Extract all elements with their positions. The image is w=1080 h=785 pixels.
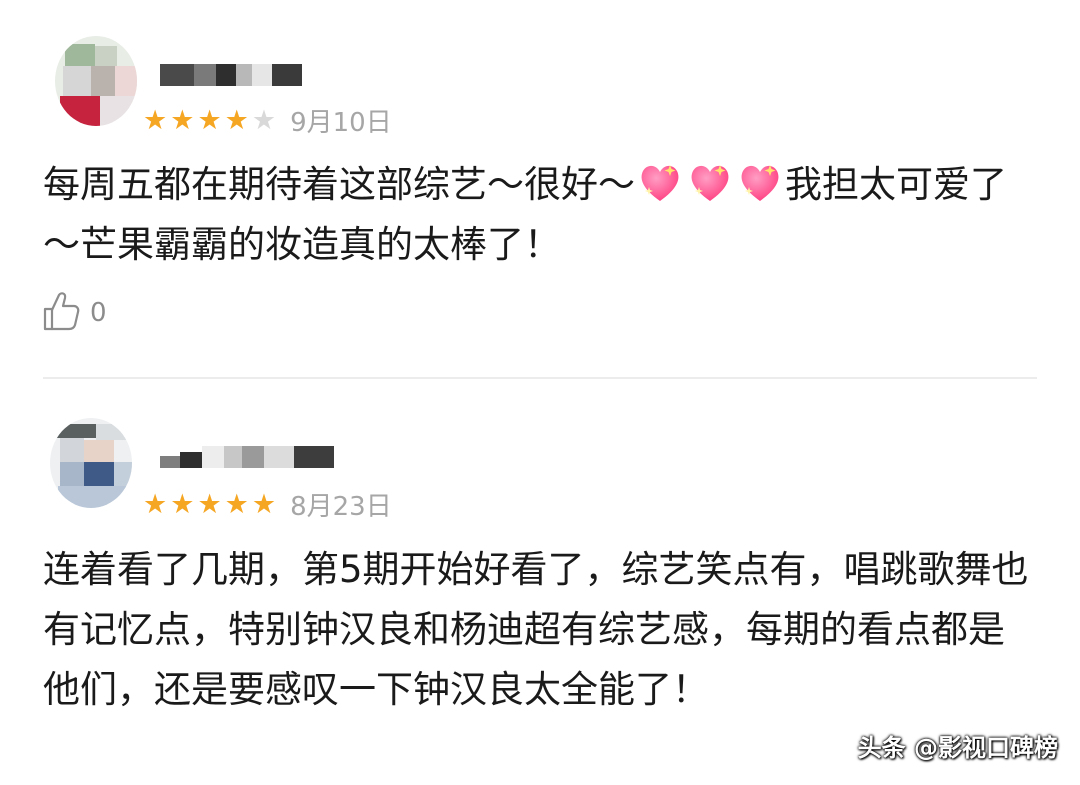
review-text-part: 每周五都在期待着这部综艺～很好～ [43, 163, 635, 206]
divider [43, 377, 1037, 379]
avatar[interactable] [50, 418, 132, 508]
star-icon: ★ [170, 489, 195, 520]
star-icon: ★ [197, 105, 222, 136]
star-icon: ★ [143, 105, 168, 136]
heart-icon [635, 163, 685, 206]
review-text: 每周五都在期待着这部综艺～很好～ 我担太可爱了～芒果霸霸的妆造真的太棒了！ [43, 155, 1040, 275]
star-icon: ★ [251, 489, 277, 520]
thumbs-up-icon[interactable] [42, 290, 80, 336]
review-date: 9月10日 [290, 108, 392, 138]
review-page: ★ ★ ★ ★ ★ 9月10日 每周五都在期待着这部综艺～很好～ 我担太可爱了～芒果霸霸的… [0, 0, 1080, 785]
username-blurred [160, 446, 334, 468]
watermark: 头条 @影视口碑榜 [857, 734, 1058, 762]
star-icon: ★ [251, 105, 277, 136]
star-icon: ★ [143, 489, 168, 520]
heart-icon [685, 163, 735, 206]
star-icon: ★ [224, 105, 249, 136]
review-date: 8月23日 [290, 492, 392, 522]
rating-row: ★ ★ ★ ★ ★ 8月23日 [143, 486, 392, 523]
rating-row: ★ ★ ★ ★ ★ 9月10日 [143, 102, 392, 139]
star-icon: ★ [197, 489, 222, 520]
star-icon: ★ [224, 489, 249, 520]
username-blurred [160, 64, 302, 86]
heart-icon [735, 163, 785, 206]
star-rating: ★ ★ ★ ★ ★ [143, 491, 276, 518]
review-item: ★ ★ ★ ★ ★ 9月10日 每周五都在期待着这部综艺～很好～ 我担太可爱了～芒果霸霸的… [0, 0, 1080, 379]
like-count: 0 [90, 298, 107, 328]
avatar[interactable] [55, 36, 137, 126]
review-item: ★ ★ ★ ★ ★ 8月23日 连着看了几期，第5期开始好看了，综艺笑点有，唱跳歌舞也有… [0, 380, 1080, 785]
star-icon: ★ [170, 105, 195, 136]
like-button[interactable]: 0 [42, 290, 107, 336]
review-text: 连着看了几期，第5期开始好看了，综艺笑点有，唱跳歌舞也有记忆点，特别钟汉良和杨迪… [43, 548, 1029, 711]
star-rating: ★ ★ ★ ★ ★ [143, 107, 276, 134]
